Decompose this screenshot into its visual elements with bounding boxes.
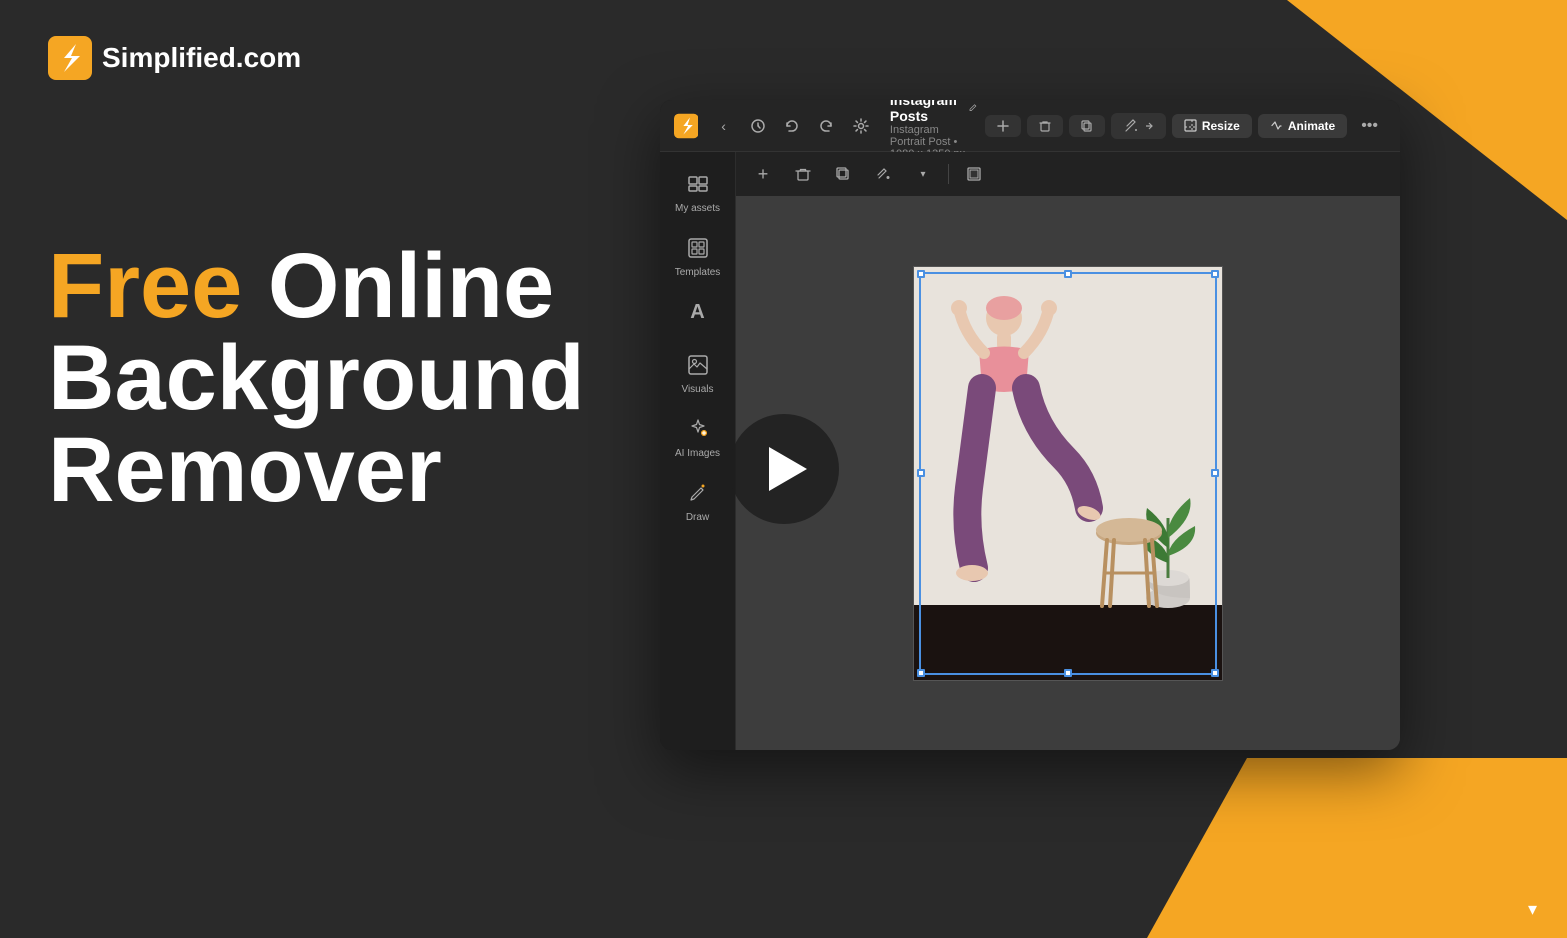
visuals-label: Visuals [681, 384, 713, 395]
delete-button[interactable] [1027, 115, 1063, 137]
fill-color-button[interactable] [868, 159, 898, 189]
floor-bg [914, 605, 1222, 680]
redo-button[interactable] [813, 112, 839, 140]
templates-label: Templates [675, 267, 721, 278]
edit-icon [968, 101, 977, 115]
draw-icon [684, 479, 712, 507]
back-button[interactable]: ‹ [710, 112, 736, 140]
hero-line3: Remover [48, 424, 585, 516]
sidebar-item-ai-images[interactable]: AI Images [660, 405, 735, 469]
yoga-figure-svg [934, 288, 1114, 608]
scroll-down-chevron[interactable]: ▾ [1528, 899, 1537, 920]
history-button[interactable] [745, 112, 771, 140]
resize-button[interactable]: Resize [1172, 114, 1252, 138]
hero-line1: Free Online [48, 240, 585, 332]
sidebar-item-templates[interactable]: Templates [660, 224, 735, 288]
settings-button[interactable] [848, 112, 874, 140]
editor-title: Instagram Posts [890, 100, 962, 124]
editor-sidebar: My assets Templates A Visuals [660, 152, 736, 750]
canvas-design [913, 266, 1223, 681]
add-element-button[interactable]: + [748, 159, 778, 189]
more-options-button[interactable]: ••• [1353, 113, 1386, 139]
sidebar-item-draw[interactable]: Draw [660, 469, 735, 533]
sidebar-item-text[interactable]: A [660, 288, 735, 341]
sidebar-item-visuals[interactable]: Visuals [660, 341, 735, 405]
ai-images-icon [684, 415, 712, 443]
sidebar-item-my-assets[interactable]: My assets [660, 160, 735, 224]
text-icon: A [684, 298, 712, 326]
hero-online: Online [242, 235, 554, 337]
play-triangle-icon [769, 447, 807, 491]
ai-images-label: AI Images [675, 448, 720, 459]
fill-button[interactable] [1111, 113, 1166, 139]
visuals-icon [684, 351, 712, 379]
toolbar-logo-icon [674, 113, 698, 139]
draw-label: Draw [686, 512, 709, 523]
my-assets-icon [684, 170, 712, 198]
toolbar-actions: Resize Animate ••• [985, 113, 1386, 139]
delete-element-button[interactable] [788, 159, 818, 189]
toolbar-title-area: Instagram Posts Instagram Portrait Post … [890, 100, 977, 160]
undo-button[interactable] [779, 112, 805, 140]
logo-text: Simplified.com [102, 42, 301, 74]
play-circle[interactable] [729, 414, 839, 524]
hero-free: Free [48, 235, 242, 337]
editor-toolbar: ‹ Instagram Posts Instagram Portrait Pos… [660, 100, 1400, 152]
dropdown-icon[interactable]: ▾ [908, 159, 938, 189]
templates-icon [684, 234, 712, 262]
logo-area[interactable]: Simplified.com [48, 36, 301, 80]
crop-button[interactable] [959, 159, 989, 189]
divider [948, 164, 949, 184]
copy-button[interactable] [1069, 115, 1105, 137]
hero-line2: Background [48, 332, 585, 424]
animate-button[interactable]: Animate [1258, 114, 1347, 138]
add-button[interactable] [985, 115, 1021, 137]
secondary-toolbar: + ▾ [736, 152, 1400, 196]
my-assets-label: My assets [675, 203, 720, 214]
play-button[interactable] [729, 414, 839, 524]
logo-icon [48, 36, 92, 80]
duplicate-button[interactable] [828, 159, 858, 189]
corner-decoration-br [1147, 758, 1567, 938]
hero-text: Free Online Background Remover [48, 240, 585, 516]
